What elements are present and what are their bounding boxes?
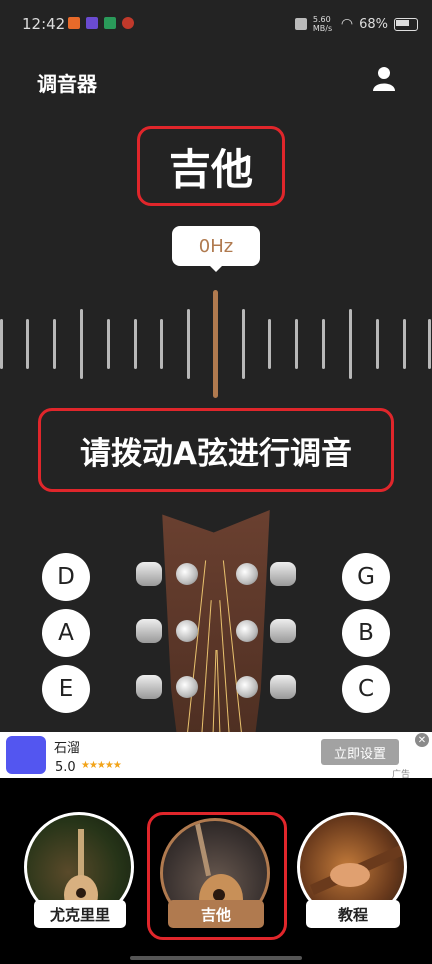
tuning-key-knob <box>270 675 296 699</box>
ad-app-logo <box>6 736 46 774</box>
tuning-key-knob <box>136 619 162 643</box>
tuning-key-knob <box>136 675 162 699</box>
scale-tick <box>160 319 163 369</box>
notification-app-icon <box>68 17 80 29</box>
string-button-c[interactable]: C <box>342 665 390 713</box>
page-title: 调音器 <box>37 72 97 96</box>
tab-guitar[interactable]: 吉他 <box>168 900 264 928</box>
scale-tick <box>322 319 325 369</box>
scale-tick <box>242 309 245 379</box>
notification-app-icon <box>86 17 98 29</box>
alarm-icon <box>294 18 307 30</box>
frequency-readout: 0Hz <box>172 226 260 266</box>
scale-tick <box>295 319 298 369</box>
scale-tick <box>376 319 379 369</box>
battery-icon <box>394 17 418 31</box>
battery-percent: 68% <box>359 16 388 32</box>
scale-tick <box>26 319 29 369</box>
tab-course[interactable]: 教程 <box>306 900 400 928</box>
scale-tick <box>53 319 56 369</box>
wifi-icon: ◠ <box>340 16 354 32</box>
tuning-peg <box>176 620 198 642</box>
string-button-e[interactable]: E <box>42 665 90 713</box>
tuning-key-knob <box>136 562 162 586</box>
string-button-d[interactable]: D <box>42 553 90 601</box>
ad-app-name: 石溜 <box>54 741 81 756</box>
tuning-peg <box>176 676 198 698</box>
tuning-peg <box>236 563 258 585</box>
ad-rating: 5.0 <box>55 760 76 775</box>
scale-tick <box>107 319 110 369</box>
scale-tick <box>428 319 431 369</box>
tuning-prompt: 请拨动A弦进行调音 <box>80 435 352 472</box>
scale-tick <box>134 319 137 369</box>
tuning-peg <box>236 676 258 698</box>
tuning-needle <box>213 290 218 398</box>
scale-tick <box>403 319 406 369</box>
scale-tick <box>187 309 190 379</box>
scale-tick <box>349 309 352 379</box>
string-button-g[interactable]: G <box>342 553 390 601</box>
scale-tick <box>80 309 83 379</box>
tuning-key-knob <box>270 619 296 643</box>
status-bar: 12:42 5.60 MB/s ◠ 68% <box>0 0 432 50</box>
string-button-b[interactable]: B <box>342 609 390 657</box>
scale-tick <box>268 319 271 369</box>
status-time: 12:42 <box>22 15 66 33</box>
ad-close-icon[interactable]: ✕ <box>415 733 429 747</box>
net-speed: 5.60 MB/s <box>312 15 333 33</box>
instrument-label: 吉他 <box>168 144 253 194</box>
notification-app-icon <box>122 17 134 29</box>
frequency-pointer <box>208 264 224 272</box>
home-indicator[interactable] <box>130 956 302 960</box>
profile-icon[interactable] <box>372 66 396 92</box>
scale-tick <box>0 319 3 369</box>
tuning-key-knob <box>270 562 296 586</box>
ad-action-button[interactable]: 立即设置 <box>321 739 399 765</box>
guitar-headstock-image <box>162 510 270 735</box>
ad-star-rating: ★★★★★ <box>81 760 122 771</box>
string-button-a[interactable]: A <box>42 609 90 657</box>
notification-app-icon <box>104 17 116 29</box>
tuning-peg <box>236 620 258 642</box>
tab-ukulele[interactable]: 尤克里里 <box>34 900 126 928</box>
tuning-peg <box>176 563 198 585</box>
status-right: 5.60 MB/s ◠ 68% <box>294 15 418 33</box>
